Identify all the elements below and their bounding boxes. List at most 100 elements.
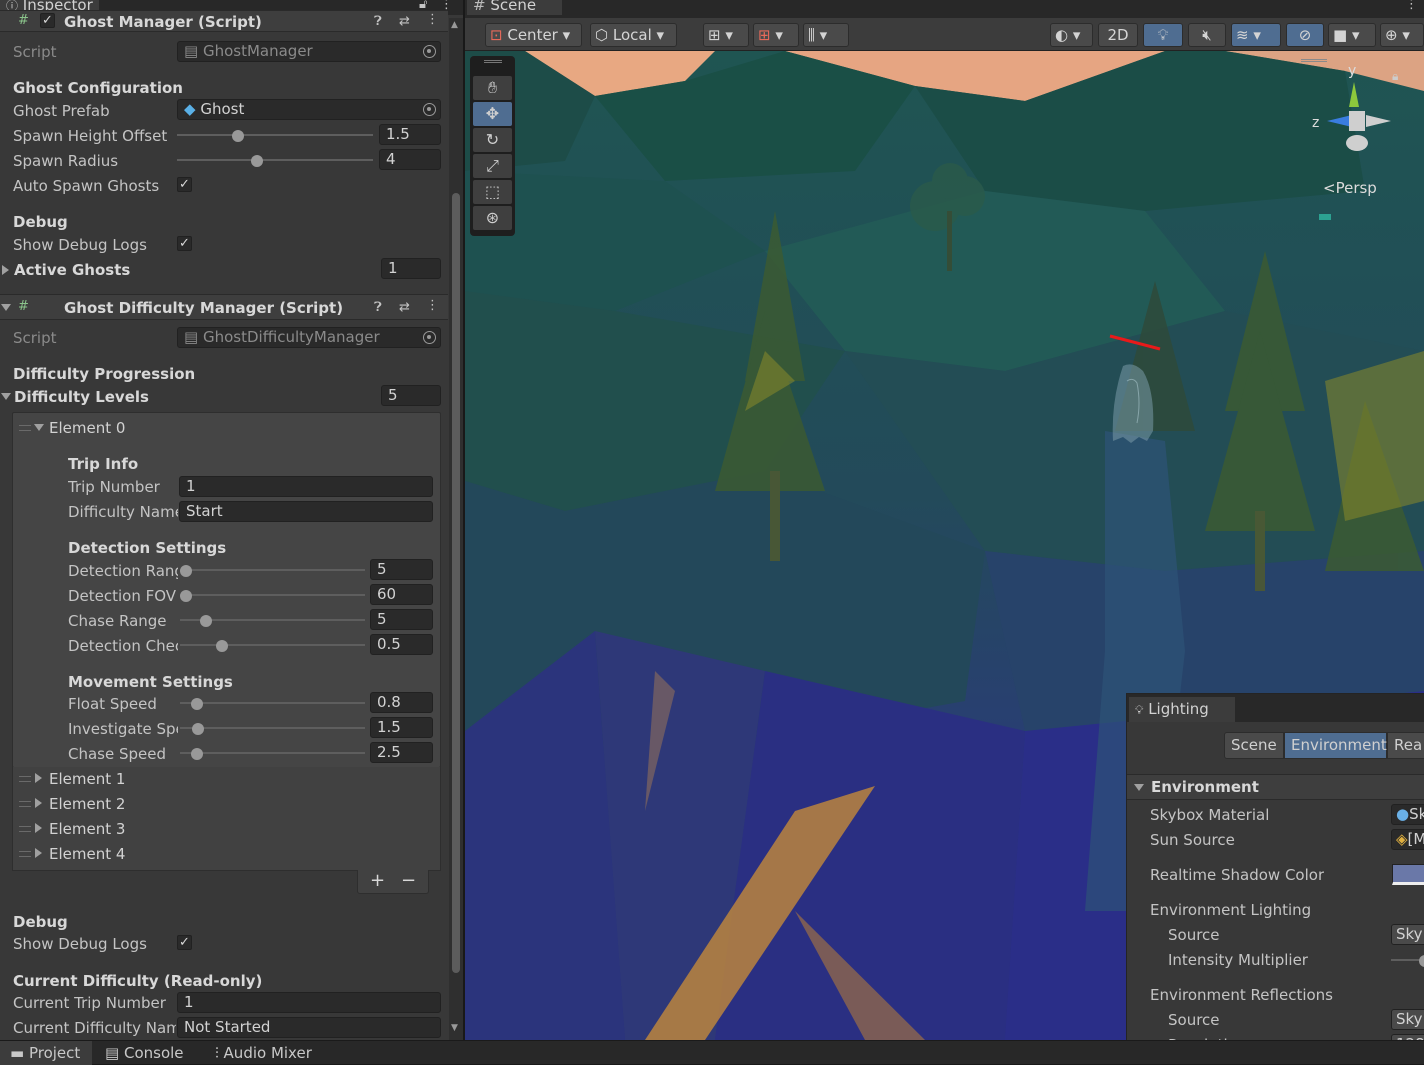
- rect-tool[interactable]: ⬚: [473, 180, 512, 204]
- element-4-label[interactable]: Element 4: [49, 845, 125, 863]
- hand-tool[interactable]: ✋︎: [473, 76, 512, 100]
- environment-section-header[interactable]: Environment: [1127, 774, 1424, 800]
- slider-knob[interactable]: [1419, 955, 1424, 967]
- ghost-manager-header[interactable]: # ✓ Ghost Manager (Script) ❓︎ ⇄ ⋮: [0, 10, 448, 32]
- pivot-mode-dropdown[interactable]: ⊡ Center ▾: [485, 23, 582, 47]
- drag-handle-icon[interactable]: [19, 851, 31, 857]
- foldout-arrow-icon[interactable]: [1, 304, 11, 311]
- add-element-button[interactable]: +: [370, 870, 385, 891]
- foldout-arrow-icon[interactable]: [2, 265, 9, 275]
- chase-range-input[interactable]: 5: [370, 609, 433, 630]
- difficulty-levels-label[interactable]: Difficulty Levels: [14, 388, 149, 406]
- slider-knob[interactable]: [180, 590, 192, 602]
- spawn-radius-slider[interactable]: [177, 159, 373, 161]
- detection-check-input[interactable]: 0.5: [370, 634, 433, 655]
- chase-speed-input[interactable]: 2.5: [370, 742, 433, 763]
- projection-toggle[interactable]: <Persp: [1323, 179, 1377, 197]
- slider-knob[interactable]: [191, 698, 203, 710]
- palette-grip-icon[interactable]: [484, 60, 502, 63]
- detection-fov-slider[interactable]: [180, 594, 365, 596]
- slider-knob[interactable]: [216, 640, 228, 652]
- remove-element-button[interactable]: −: [401, 870, 416, 891]
- rotate-tool[interactable]: ↻: [473, 128, 512, 152]
- grid-snap-button[interactable]: ⊞ ▾: [703, 23, 749, 47]
- tab-console[interactable]: ▤ Console: [95, 1041, 194, 1065]
- object-picker-icon[interactable]: [423, 45, 436, 58]
- toggle-audio-button[interactable]: 🔇︎: [1188, 23, 1226, 47]
- segment-realtime[interactable]: Rea: [1387, 732, 1424, 759]
- detection-range-input[interactable]: 5: [370, 559, 433, 580]
- toggle-lighting-button[interactable]: 💡︎: [1143, 23, 1183, 47]
- detection-fov-input[interactable]: 60: [370, 584, 433, 605]
- difficulty-name-input[interactable]: Start: [179, 501, 433, 522]
- spawn-height-slider[interactable]: [177, 134, 373, 136]
- more-menu-icon[interactable]: ⋮: [1405, 0, 1418, 12]
- tab-project[interactable]: ▬ Project: [0, 1041, 92, 1065]
- foldout-arrow-icon[interactable]: [1, 393, 11, 400]
- draw-mode-dropdown[interactable]: ◐ ▾: [1050, 23, 1093, 47]
- increment-snap-button[interactable]: ⊞ ▾: [753, 23, 799, 47]
- element-1-label[interactable]: Element 1: [49, 770, 125, 788]
- axis-gizmo-icon[interactable]: [1305, 77, 1405, 177]
- orientation-gizmo[interactable]: y 🔒︎ z <Persp: [1295, 59, 1415, 199]
- reflection-source-dropdown[interactable]: Sky: [1391, 1009, 1424, 1030]
- slider-knob[interactable]: [180, 565, 192, 577]
- difficulty-manager-header[interactable]: # Ghost Difficulty Manager (Script) ❓︎ ⇄…: [0, 294, 448, 320]
- transform-tool[interactable]: ⊛: [473, 206, 512, 230]
- ghost-prefab-field[interactable]: ◆ Ghost: [177, 99, 441, 120]
- tab-scene[interactable]: # Scene: [467, 0, 562, 15]
- sun-source-field[interactable]: ◈[M: [1391, 829, 1424, 850]
- float-speed-input[interactable]: 0.8: [370, 692, 433, 713]
- foldout-arrow-icon[interactable]: [35, 798, 42, 808]
- show-debug-checkbox[interactable]: ✓: [177, 236, 192, 251]
- scroll-down-icon[interactable]: ▼: [451, 1023, 458, 1033]
- foldout-arrow-icon[interactable]: [35, 773, 42, 783]
- tab-lighting[interactable]: 💡︎ Lighting: [1129, 697, 1235, 722]
- auto-spawn-checkbox[interactable]: ✓: [177, 177, 192, 192]
- slider-knob[interactable]: [191, 748, 203, 760]
- effects-dropdown[interactable]: ≋ ▾: [1231, 23, 1281, 47]
- foldout-arrow-icon[interactable]: [1134, 784, 1144, 791]
- script-field[interactable]: ▤ GhostDifficultyManager: [177, 327, 441, 348]
- script-field[interactable]: ▤ GhostManager: [177, 41, 441, 62]
- element-2-label[interactable]: Element 2: [49, 795, 125, 813]
- drag-handle-icon[interactable]: [19, 425, 31, 431]
- inspector-scrollbar[interactable]: ▲ ▼: [449, 18, 463, 1040]
- detection-range-slider[interactable]: [180, 569, 365, 571]
- element-0-label[interactable]: Element 0: [49, 419, 125, 437]
- lighting-source-dropdown[interactable]: Sky: [1391, 924, 1424, 945]
- component-menu-icon[interactable]: ⋮: [426, 298, 439, 313]
- element-3-label[interactable]: Element 3: [49, 820, 125, 838]
- help-icon[interactable]: ❓︎: [374, 14, 382, 29]
- drag-handle-icon[interactable]: [19, 826, 31, 832]
- segment-environment[interactable]: Environment: [1284, 732, 1387, 759]
- gizmo-grip-icon[interactable]: [1301, 59, 1327, 62]
- scroll-up-icon[interactable]: ▲: [451, 20, 458, 30]
- slider-knob[interactable]: [200, 615, 212, 627]
- spawn-height-input[interactable]: 1.5: [379, 124, 441, 145]
- scroll-thumb[interactable]: [452, 193, 460, 973]
- component-enabled-checkbox[interactable]: ✓: [40, 13, 55, 28]
- show-debug-checkbox[interactable]: ✓: [177, 935, 192, 950]
- shadow-color-swatch[interactable]: [1392, 864, 1424, 885]
- ruler-button[interactable]: ⫼ ▾: [803, 23, 849, 47]
- move-tool[interactable]: ✥: [473, 102, 512, 126]
- slider-knob[interactable]: [251, 155, 263, 167]
- investigate-speed-slider[interactable]: [180, 727, 365, 729]
- foldout-arrow-icon[interactable]: [35, 848, 42, 858]
- foldout-arrow-icon[interactable]: [34, 424, 44, 431]
- segment-scene[interactable]: Scene: [1224, 732, 1284, 759]
- spawn-radius-input[interactable]: 4: [379, 149, 441, 170]
- gizmos-dropdown[interactable]: ⊕ ▾: [1380, 23, 1424, 47]
- float-speed-slider[interactable]: [180, 702, 365, 704]
- investigate-speed-input[interactable]: 1.5: [370, 717, 433, 738]
- skybox-field[interactable]: ●Sk: [1391, 804, 1424, 825]
- help-icon[interactable]: ❓︎: [374, 300, 382, 315]
- pivot-rotation-dropdown[interactable]: ⬡ Local ▾: [590, 23, 677, 47]
- object-picker-icon[interactable]: [423, 331, 436, 344]
- presets-icon[interactable]: ⇄: [399, 14, 410, 29]
- slider-knob[interactable]: [192, 723, 204, 735]
- drag-handle-icon[interactable]: [19, 801, 31, 807]
- scale-tool[interactable]: ⤢: [473, 154, 512, 178]
- trip-number-input[interactable]: 1: [179, 476, 433, 497]
